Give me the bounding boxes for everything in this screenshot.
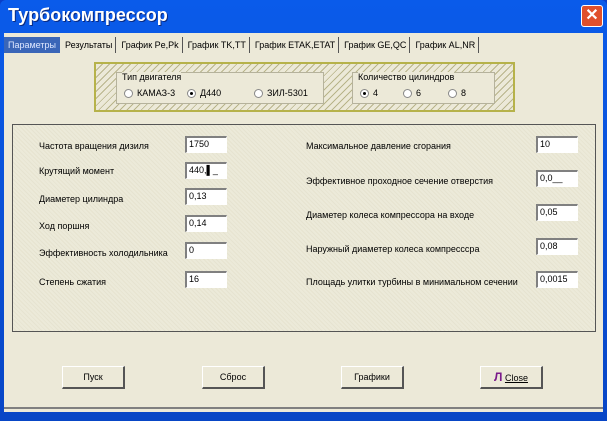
field-label: Наружный диаметер колеса компресссра <box>306 244 480 254</box>
max-pressure-input[interactable]: 10 <box>536 136 578 153</box>
radio-cyl-8[interactable]: 8 <box>448 88 466 98</box>
compressor-outer-diameter-input[interactable]: 0,08 <box>536 238 578 255</box>
torque-input[interactable]: 440,▌_ <box>185 162 227 179</box>
close-button[interactable]: Л Close <box>480 366 543 389</box>
door-exit-icon: Л <box>494 370 503 384</box>
cylinder-diameter-input[interactable]: 0,13 <box>185 188 227 205</box>
field-label: Диаметер цилиндра <box>39 194 124 204</box>
window-close-button[interactable]: ✕ <box>581 5 603 27</box>
tab-results[interactable]: Результаты <box>62 37 117 53</box>
field-label: Эффективность холодильника <box>39 248 168 258</box>
field-label: Частота вращения дизиля <box>39 141 149 151</box>
window-title: Турбокомпрессор <box>8 5 168 25</box>
radio-d440[interactable]: Д440 <box>187 88 221 98</box>
tab-chart-al-nr[interactable]: График AL,NR <box>412 37 480 53</box>
cylinders-legend: Количество цилиндров <box>358 72 455 82</box>
radio-cyl-4[interactable]: 4 <box>360 88 378 98</box>
field-label: Ход поршня <box>39 221 90 231</box>
cylinders-group: Количество цилиндров 4 6 8 <box>352 72 495 104</box>
flow-section-input[interactable]: 0,0__ <box>536 170 578 187</box>
parameters-panel: Частота вращения дизиля 1750 Крутящий мо… <box>12 124 596 332</box>
radio-label: 8 <box>461 88 467 98</box>
turbine-volute-area-input[interactable]: 0,0015 <box>536 271 578 288</box>
tab-chart-ge-qc[interactable]: График GE,QC <box>341 37 411 53</box>
engine-type-group: Тип двигателя КАМАЗ-3 Д440 ЗИЛ-5301 <box>116 72 324 104</box>
radio-button[interactable] <box>124 88 133 98</box>
radio-kamaz[interactable]: КАМАЗ-3 <box>124 88 175 98</box>
radio-label: ЗИЛ-5301 <box>267 88 308 98</box>
radio-zil[interactable]: ЗИЛ-5301 <box>254 88 308 98</box>
radio-label: КАМАЗ-3 <box>137 88 176 98</box>
field-label: Крутящий момент <box>39 166 115 176</box>
window: Турбокомпрессор ✕ Параметры Результаты Г… <box>0 0 607 421</box>
start-button[interactable]: Пуск <box>62 366 125 389</box>
rpm-input[interactable]: 1750 <box>185 136 227 153</box>
tab-chart-etak-etat[interactable]: График ETAK,ETAT <box>252 37 340 53</box>
tab-chart-tk-tt[interactable]: График TK,TT <box>185 37 250 53</box>
field-label: Диаметер колеса компрессора на входе <box>306 210 475 220</box>
field-label: Площадь улитки турбины в минимальном сеч… <box>306 277 518 287</box>
compression-ratio-input[interactable]: 16 <box>185 271 227 288</box>
options-box: Тип двигателя КАМАЗ-3 Д440 ЗИЛ-5301 Коли… <box>94 62 515 112</box>
field-label: Максимальное давление сгорания <box>306 141 451 151</box>
piston-stroke-input[interactable]: 0,14 <box>185 215 227 232</box>
reset-button[interactable]: Сброс <box>202 366 265 389</box>
radio-cyl-6[interactable]: 6 <box>403 88 421 98</box>
compressor-inlet-diameter-input[interactable]: 0,05 <box>536 204 578 221</box>
radio-button-selected[interactable] <box>360 88 369 98</box>
radio-button[interactable] <box>254 88 263 98</box>
client-area: Параметры Результаты График Pe,Pk График… <box>4 33 603 412</box>
charts-button[interactable]: Графики <box>341 366 404 389</box>
field-label: Эффективное проходное сечение отверстия <box>306 176 494 186</box>
tab-chart-pe-pk[interactable]: График Pe,Pk <box>118 37 183 53</box>
radio-label: 4 <box>373 88 379 98</box>
cooler-efficiency-input[interactable]: 0 <box>185 242 227 259</box>
radio-button[interactable] <box>448 88 457 98</box>
engine-type-legend: Тип двигателя <box>122 72 182 82</box>
close-button-label: Close <box>504 373 528 383</box>
field-label: Степень сжатия <box>39 277 107 287</box>
radio-button-selected[interactable] <box>187 88 196 98</box>
tab-parameters[interactable]: Параметры <box>4 37 60 53</box>
tab-strip: Параметры Результаты График Pe,Pk График… <box>4 37 481 53</box>
radio-button[interactable] <box>403 88 412 98</box>
divider <box>4 407 603 409</box>
radio-label: 6 <box>416 88 422 98</box>
radio-label: Д440 <box>200 88 222 98</box>
